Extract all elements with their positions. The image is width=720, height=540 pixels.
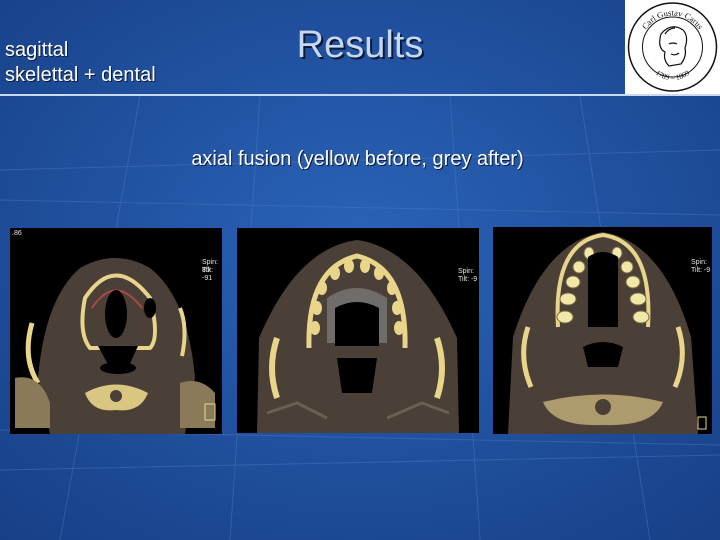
slide-caption: axial fusion (yellow before, grey after)	[191, 148, 524, 170]
carus-logo: Carl Gustav Carus 1789 – 1869	[625, 0, 720, 94]
title-divider	[0, 94, 720, 96]
scan-tilt-label: Tilt: -9	[458, 276, 478, 283]
scan-tilt-label: Tilt: -91	[202, 267, 214, 282]
ct-scan-1: .86 Spin: 85 Tilt: -91	[10, 228, 222, 434]
scan-spin-label: Spin:	[691, 259, 707, 266]
scan-tilt-label: Tilt: -9	[691, 267, 711, 274]
scan-corner-label: .86	[12, 230, 22, 237]
scan-spin-label: Spin:	[458, 268, 474, 275]
ct-scan-3: Spin: Tilt: -9	[493, 227, 712, 434]
slide-title: Results	[296, 24, 424, 66]
ct-scan-2: Spin: Tilt: -9	[237, 228, 479, 433]
